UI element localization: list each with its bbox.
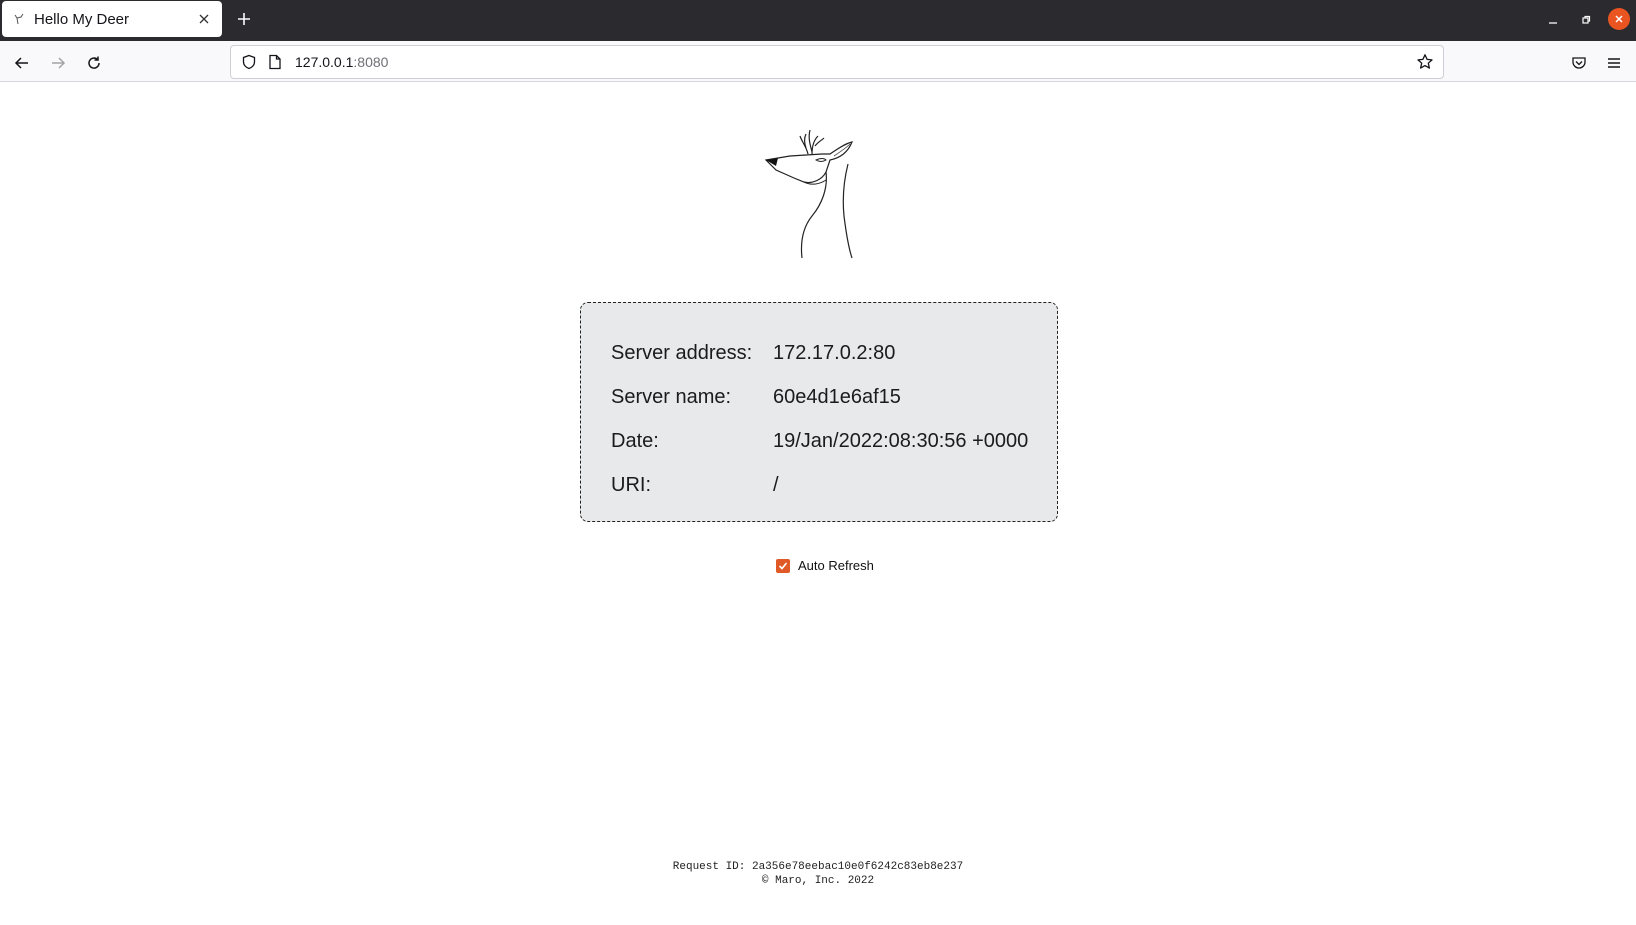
url-text[interactable]: 127.0.0.1:8080 [295, 54, 1413, 70]
date-value: 19/Jan/2022:08:30:56 +0000 [773, 429, 1029, 452]
bookmark-star-icon[interactable] [1413, 50, 1437, 74]
copyright: © Maro, Inc. 2022 [761, 875, 875, 887]
close-icon[interactable] [192, 7, 216, 31]
tab-title: Hello My Deer [34, 10, 130, 28]
tab-strip: Hello My Deer [0, 0, 1636, 41]
minimize-icon[interactable] [1541, 8, 1565, 32]
shield-icon[interactable] [239, 52, 259, 72]
menu-icon[interactable] [1600, 49, 1628, 77]
footer: Request ID: 2a356e78eebac10e0f6242c83eb8… [0, 860, 1636, 888]
close-window-icon[interactable] [1608, 8, 1630, 30]
auto-refresh-label[interactable]: Auto Refresh [798, 558, 874, 573]
server-address-value: 172.17.0.2:80 [773, 341, 896, 364]
auto-refresh-checkbox[interactable] [776, 558, 790, 573]
deer-logo [760, 124, 890, 264]
restore-icon[interactable] [1574, 8, 1598, 32]
server-name-value: 60e4d1e6af15 [773, 385, 901, 408]
info-row-server-name: Server name: 60e4d1e6af15 [611, 375, 1057, 419]
url-port: :8080 [353, 54, 389, 70]
navigation-bar: 127.0.0.1:8080 [0, 41, 1636, 82]
request-id: Request ID: 2a356e78eebac10e0f6242c83eb8… [672, 861, 964, 873]
uri-value: / [773, 473, 779, 496]
reload-icon[interactable] [80, 49, 108, 77]
address-bar[interactable]: 127.0.0.1:8080 [230, 45, 1444, 79]
back-icon[interactable] [8, 49, 36, 77]
forward-icon[interactable] [44, 49, 72, 77]
uri-label: URI: [611, 473, 651, 496]
server-info-box: Server address: 172.17.0.2:80 Server nam… [580, 302, 1058, 522]
pocket-icon[interactable] [1565, 49, 1593, 77]
page-content: Server address: 172.17.0.2:80 Server nam… [0, 82, 1636, 925]
info-row-uri: URI: / [611, 463, 1057, 507]
url-host: 127.0.0.1 [295, 54, 354, 70]
tab-hello-my-deer[interactable]: Hello My Deer [2, 1, 222, 37]
page-icon[interactable] [265, 52, 285, 72]
deer-favicon-icon [12, 12, 26, 26]
info-row-date: Date: 19/Jan/2022:08:30:56 +0000 [611, 419, 1057, 463]
server-name-label: Server name: [611, 385, 732, 408]
plus-icon[interactable] [232, 7, 256, 31]
server-address-label: Server address: [611, 341, 753, 364]
auto-refresh-toggle[interactable]: Auto Refresh [776, 558, 874, 573]
info-row-server-address: Server address: 172.17.0.2:80 [611, 331, 1057, 375]
date-label: Date: [611, 429, 659, 452]
